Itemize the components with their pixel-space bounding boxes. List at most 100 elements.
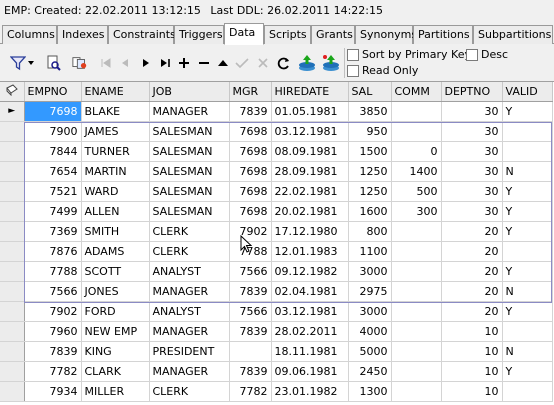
cell-empno[interactable]: 7902 [24,301,82,322]
tab-columns[interactable]: Columns [2,25,57,44]
cell-job[interactable]: SALESMAN [149,181,230,202]
cell-job[interactable]: ANALYST [149,261,230,282]
cell-valid[interactable]: Y [502,101,553,122]
filter-icon[interactable] [10,55,26,71]
column-header-empno[interactable]: EMPNO [24,82,82,102]
cell-comm[interactable] [391,321,442,342]
cell-mgr[interactable]: 7698 [229,201,272,222]
checkbox-box[interactable] [347,48,359,61]
cell-hiredate[interactable]: 03.12.1981 [271,301,349,322]
cell-ename[interactable]: FORD [81,301,150,322]
cell-hiredate[interactable]: 12.01.1983 [271,241,349,262]
cell-comm[interactable]: 300 [391,201,442,222]
edit-record-icon[interactable] [215,55,231,71]
cell-hiredate[interactable]: 09.12.1982 [271,261,349,282]
row-indicator[interactable] [0,281,25,302]
cell-hiredate[interactable]: 01.05.1981 [271,101,349,122]
tab-grants[interactable]: Grants [311,25,355,44]
cell-mgr[interactable]: 7698 [229,161,272,182]
cancel-edit-icon[interactable] [255,55,271,71]
cell-job[interactable]: CLERK [149,381,230,402]
cell-sal[interactable]: 3000 [348,301,392,322]
last-record-icon[interactable] [157,55,173,71]
cell-deptno[interactable]: 30 [441,101,503,122]
cell-deptno[interactable]: 10 [441,361,503,382]
cell-mgr[interactable]: 7698 [229,121,272,142]
cell-valid[interactable]: N [502,161,553,182]
cell-sal[interactable]: 950 [348,121,392,142]
cell-sal[interactable]: 800 [348,221,392,242]
cell-empno[interactable]: 7698 [24,101,82,122]
cell-deptno[interactable]: 20 [441,261,503,282]
row-indicator[interactable] [0,221,25,242]
cell-valid[interactable]: Y [502,361,553,382]
row-indicator[interactable] [0,201,25,222]
cell-deptno[interactable]: 10 [441,321,503,342]
cell-job[interactable]: SALESMAN [149,141,230,162]
cell-ename[interactable]: WARD [81,181,150,202]
cell-valid[interactable] [502,121,553,142]
cell-deptno[interactable]: 30 [441,201,503,222]
find-icon[interactable] [46,55,62,71]
cell-hiredate[interactable]: 28.02.2011 [271,321,349,342]
cell-comm[interactable] [391,221,442,242]
delete-record-icon[interactable] [196,55,212,71]
table-row[interactable]: 7782 CLARK MANAGER 7839 09.06.1981 2450 10 Y [0,361,553,382]
cell-mgr[interactable]: 7698 [229,141,272,162]
cell-empno[interactable]: 7960 [24,321,82,342]
row-indicator[interactable] [0,361,25,382]
table-row[interactable]: 7934 MILLER CLERK 7782 23.01.1982 1300 10 [0,381,553,402]
first-record-icon[interactable] [98,55,114,71]
cell-valid[interactable] [502,381,553,402]
cell-comm[interactable] [391,341,442,362]
tab-data[interactable]: Data [224,23,264,45]
cell-sal[interactable]: 2975 [348,281,392,302]
prior-record-icon[interactable] [117,55,133,71]
column-header-job[interactable]: JOB [149,82,230,102]
tab-synonyms[interactable]: Synonyms [355,25,417,44]
cell-comm[interactable] [391,241,442,262]
next-record-icon[interactable] [138,55,154,71]
table-row[interactable]: 7788 SCOTT ANALYST 7566 09.12.1982 3000 20 Y [0,261,553,282]
rollback-icon[interactable] [321,53,341,73]
cell-mgr[interactable]: 7698 [229,181,272,202]
cell-ename[interactable]: JAMES [81,121,150,142]
cell-comm[interactable] [391,281,442,302]
column-header-mgr[interactable]: MGR [229,82,272,102]
tab-triggers[interactable]: Triggers [174,25,224,44]
cell-empno[interactable]: 7369 [24,221,82,242]
cell-deptno[interactable]: 30 [441,121,503,142]
cell-valid[interactable] [502,321,553,342]
cell-empno[interactable]: 7782 [24,361,82,382]
tab-indexes[interactable]: Indexes [57,25,108,44]
cell-mgr[interactable]: 7566 [229,301,272,322]
cell-job[interactable]: SALESMAN [149,201,230,222]
cell-hiredate[interactable]: 22.02.1981 [271,181,349,202]
cell-mgr[interactable]: 7839 [229,101,272,122]
refresh-icon[interactable] [72,55,88,71]
cell-hiredate[interactable]: 18.11.1981 [271,341,349,362]
cell-job[interactable]: SALESMAN [149,121,230,142]
cell-valid[interactable]: Y [502,201,553,222]
cell-deptno[interactable]: 10 [441,341,503,362]
cell-ename[interactable]: CLARK [81,361,150,382]
cell-job[interactable]: CLERK [149,241,230,262]
cell-deptno[interactable]: 30 [441,141,503,162]
table-row[interactable]: 7369 SMITH CLERK 7902 17.12.1980 800 20 Y [0,221,553,242]
column-header-hiredate[interactable]: HIREDATE [271,82,349,102]
cell-sal[interactable]: 1600 [348,201,392,222]
insert-record-icon[interactable] [176,55,192,71]
cell-empno[interactable]: 7839 [24,341,82,362]
table-row[interactable]: 7876 ADAMS CLERK 7788 12.01.1983 1100 20 [0,241,553,262]
cell-deptno[interactable]: 20 [441,281,503,302]
checkbox-box[interactable] [466,48,478,61]
cell-ename[interactable]: NEW EMP [81,321,150,342]
cell-hiredate[interactable]: 09.06.1981 [271,361,349,382]
cell-valid[interactable]: Y [502,221,553,242]
cell-mgr[interactable]: 7839 [229,361,272,382]
cell-ename[interactable]: TURNER [81,141,150,162]
row-indicator[interactable] [0,121,25,142]
table-row[interactable]: 7844 TURNER SALESMAN 7698 08.09.1981 1500 0 30 [0,141,553,162]
cell-hiredate[interactable]: 03.12.1981 [271,121,349,142]
row-indicator[interactable] [0,161,25,182]
